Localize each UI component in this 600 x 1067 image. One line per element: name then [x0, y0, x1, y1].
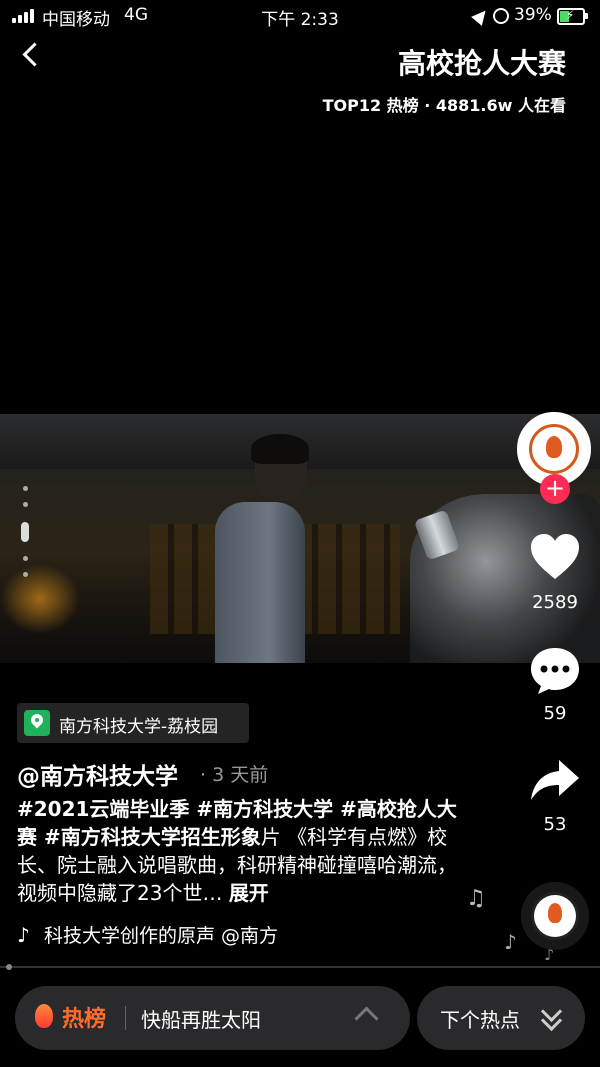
torch-icon — [548, 903, 562, 923]
chevron-up-icon[interactable] — [354, 1006, 379, 1031]
heart-icon[interactable] — [529, 533, 581, 581]
back-button[interactable] — [10, 36, 60, 86]
video-player[interactable] — [0, 414, 600, 663]
battery-percent: 39% — [514, 5, 552, 25]
back-arrow-icon — [22, 42, 47, 67]
hot-topic: 快船再胜太阳 — [141, 1008, 261, 1032]
video-progress-knob[interactable] — [6, 964, 12, 970]
video-scene-light — [0, 564, 80, 634]
share-icon[interactable] — [529, 758, 581, 804]
divider — [125, 1006, 126, 1030]
video-person — [205, 434, 315, 663]
fire-icon — [35, 1004, 53, 1028]
hot-rank-subtitle[interactable]: TOP12 热榜 · 4881.6w 人在看 — [323, 92, 566, 116]
clock: 下午 2:33 — [261, 10, 339, 30]
status-bar: 中国移动 4G 下午 2:33 39% ⚡ — [0, 0, 600, 32]
music-note-icon: ♪ — [504, 930, 517, 954]
hot-list-label: 热榜 — [62, 1007, 107, 1032]
battery-icon: ⚡ — [557, 8, 585, 25]
share-count: 53 — [543, 814, 567, 835]
comment-count: 59 — [543, 703, 567, 724]
page-title: 高校抢人大赛 — [397, 47, 566, 80]
follow-button[interactable]: + — [540, 474, 570, 504]
next-hot-button[interactable]: 下个热点 — [417, 986, 585, 1050]
battery-tip — [585, 13, 588, 19]
video-caption[interactable]: #2021云端毕业季 #南方科技大学 #高校抢人大赛 #南方科技大学招生形象片 … — [17, 795, 462, 907]
disc-cover — [534, 895, 576, 937]
post-time: · 3 天前 — [200, 764, 269, 786]
like-count: 2589 — [532, 592, 578, 613]
hot-list-bar[interactable]: 热榜 快船再胜太阳 — [15, 986, 410, 1050]
video-page-indicator — [20, 486, 30, 586]
expand-button[interactable]: 展开 — [229, 881, 269, 905]
author-name[interactable]: @南方科技大学 — [17, 757, 178, 791]
music-title[interactable]: 科技大学创作的原声 @南方 — [44, 921, 316, 948]
avatar-logo — [529, 424, 579, 474]
music-note-icon: ♫ — [466, 886, 486, 911]
location-tag[interactable]: 南方科技大学-荔枝园 — [17, 703, 249, 743]
next-hot-label: 下个热点 — [440, 1008, 520, 1032]
music-disc[interactable] — [521, 882, 589, 950]
alarm-icon — [493, 8, 509, 24]
comment-icon[interactable] — [529, 646, 581, 696]
video-progress-bar[interactable] — [0, 966, 600, 968]
location-label: 南方科技大学-荔枝园 — [59, 717, 219, 737]
tiktok-music-icon: ♪ — [17, 923, 30, 947]
torch-icon — [546, 436, 562, 458]
location-pin-icon — [24, 710, 50, 736]
